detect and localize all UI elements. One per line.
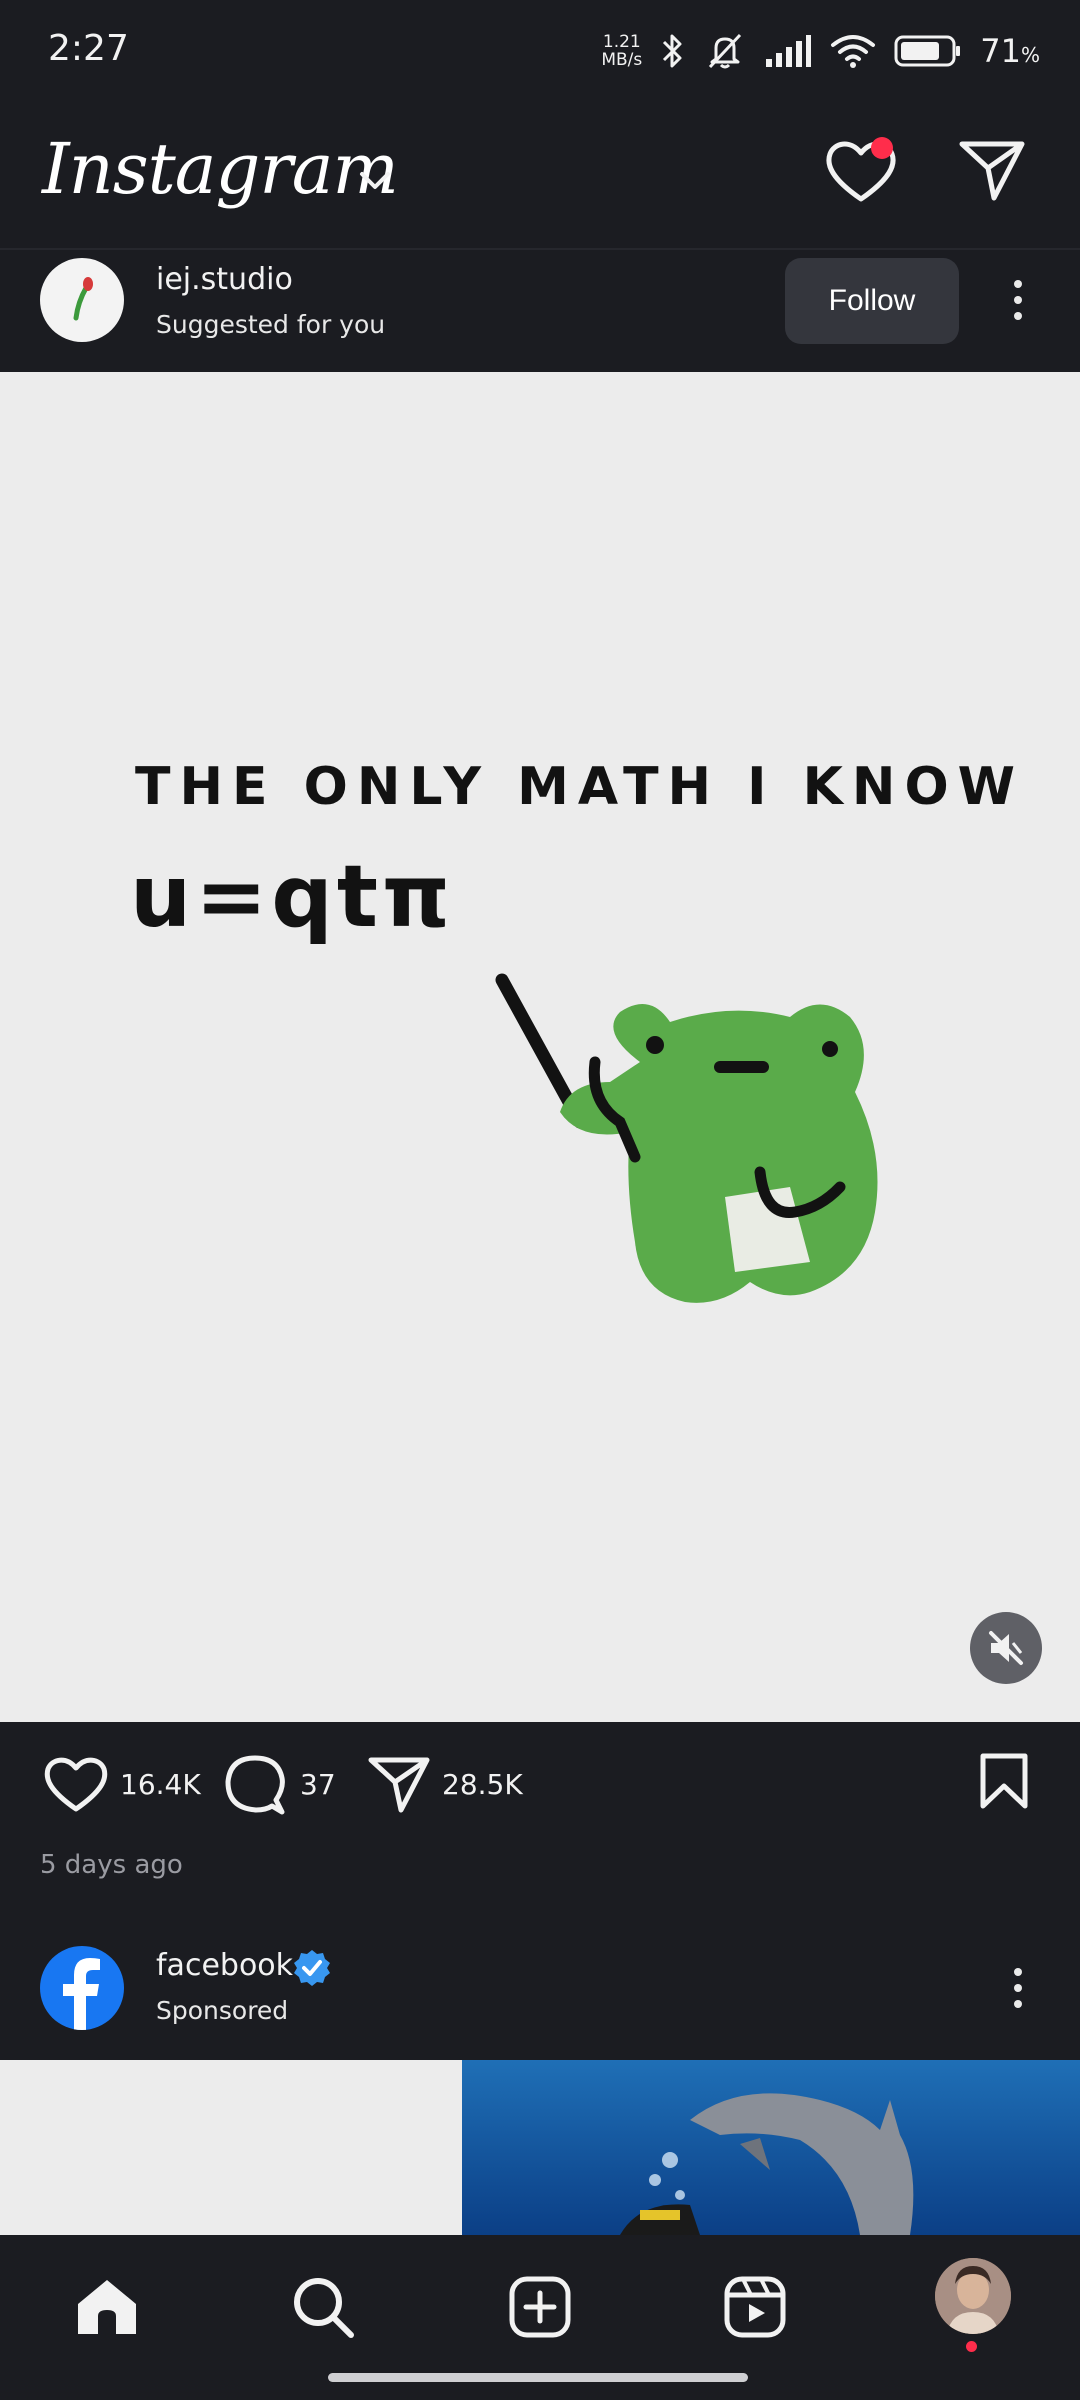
reels-icon: [724, 2276, 786, 2338]
like-count[interactable]: 16.4K: [120, 1768, 201, 1801]
notification-dot: [871, 137, 893, 159]
save-bookmark-icon[interactable]: [978, 1752, 1030, 1810]
sponsored-media[interactable]: [0, 2060, 1080, 2235]
comment-icon[interactable]: [222, 1752, 288, 1818]
status-bar: 2:27 1.21 MB/s 71%: [0, 0, 1080, 110]
cellular-signal-icon: [766, 35, 812, 67]
nav-search[interactable]: [278, 2262, 368, 2352]
direct-messages-icon[interactable]: [958, 138, 1026, 202]
post-username[interactable]: iej.studio: [156, 262, 293, 297]
image-text-line1: THE ONLY MATH I KNOW: [135, 757, 1025, 817]
nav-create[interactable]: [495, 2262, 585, 2352]
nav-reels[interactable]: [710, 2262, 800, 2352]
status-time: 2:27: [48, 28, 129, 69]
battery-icon: [894, 35, 961, 67]
dolphin-ad-image: [0, 2060, 1080, 2235]
share-count[interactable]: 28.5K: [442, 1768, 523, 1801]
gesture-home-indicator[interactable]: [328, 2373, 748, 2382]
speaker-muted-icon: [989, 1631, 1023, 1665]
post-subtitle: Suggested for you: [156, 310, 386, 339]
bluetooth-icon: [663, 34, 682, 68]
net-speed-value: 1.21: [602, 32, 641, 52]
post-media[interactable]: THE ONLY MATH I KNOW u=qtπ: [0, 372, 1080, 1722]
nav-profile-avatar[interactable]: [935, 2258, 1011, 2334]
search-icon: [294, 2278, 354, 2338]
like-heart-icon[interactable]: [42, 1753, 110, 1815]
home-icon: [78, 2280, 136, 2334]
mute-toggle-button[interactable]: [970, 1612, 1042, 1684]
battery-percent: 71%: [980, 32, 1040, 70]
facebook-avatar[interactable]: [40, 1946, 124, 2030]
verified-badge-icon: [294, 1950, 330, 1986]
post-timestamp: 5 days ago: [40, 1850, 183, 1880]
mute-bell-icon: [709, 33, 742, 69]
frog-illustration: [495, 973, 878, 1303]
profile-photo: [935, 2258, 1011, 2334]
wifi-icon: [831, 35, 876, 68]
facebook-logo-icon: [63, 1958, 100, 2030]
net-speed: 1.21 MB/s: [601, 33, 642, 69]
net-speed-unit: MB/s: [601, 50, 643, 70]
comment-count[interactable]: 37: [300, 1768, 336, 1801]
instagram-logo[interactable]: Instagram: [42, 128, 399, 210]
post-options-icon[interactable]: [1003, 270, 1033, 330]
chevron-down-icon[interactable]: [356, 168, 394, 194]
sponsored-label: Sponsored: [156, 1996, 289, 2025]
follow-button[interactable]: Follow: [785, 258, 959, 344]
sponsor-username[interactable]: facebook: [156, 1948, 293, 1983]
header-divider: [0, 248, 1080, 250]
profile-notification-dot: [966, 2341, 977, 2352]
iej-studio-logo-icon: [73, 277, 93, 321]
share-icon[interactable]: [367, 1754, 431, 1814]
status-icons: 1.21 MB/s 71%: [601, 26, 1040, 76]
post2-options-icon[interactable]: [1003, 1958, 1033, 2018]
nav-home[interactable]: [62, 2262, 152, 2352]
create-icon: [509, 2276, 571, 2338]
image-text-line2: u=qtπ: [130, 847, 454, 947]
post-avatar[interactable]: [40, 258, 124, 342]
